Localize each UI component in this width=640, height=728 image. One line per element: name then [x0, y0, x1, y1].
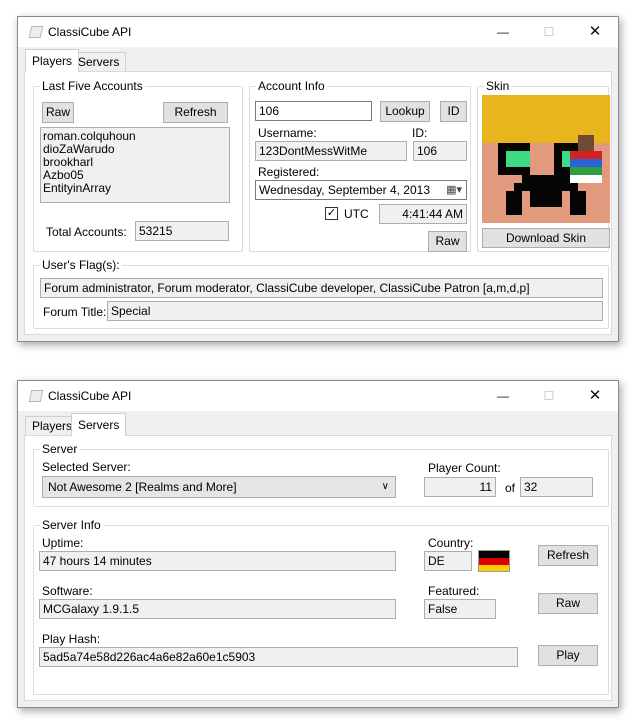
- raw-button[interactable]: Raw: [42, 102, 74, 123]
- servers-window: ClassiCube API — ☐ ✕ Players Servers Ser…: [17, 380, 619, 708]
- list-item[interactable]: EntityinArray: [43, 182, 227, 195]
- account-info-label: Account Info: [256, 79, 327, 93]
- server-info-label: Server Info: [40, 518, 103, 532]
- calendar-dropdown-icon[interactable]: ▦▾: [446, 181, 462, 199]
- title-bar[interactable]: ClassiCube API — ☐ ✕: [18, 17, 618, 47]
- app-icon: [28, 390, 44, 402]
- account-search-input[interactable]: 106: [255, 101, 372, 121]
- maximize-icon[interactable]: ☐: [526, 381, 572, 411]
- minimize-icon[interactable]: —: [480, 17, 526, 47]
- close-icon[interactable]: ✕: [572, 381, 618, 411]
- username-label: Username:: [258, 126, 317, 140]
- registered-date-value: Wednesday, September 4, 2013: [259, 183, 430, 197]
- tab-servers[interactable]: Servers: [71, 413, 127, 436]
- server-raw-button[interactable]: Raw: [538, 593, 598, 614]
- account-info-group: Account Info 106 Lookup ID Username: ID:…: [249, 79, 471, 252]
- id-button[interactable]: ID: [440, 101, 467, 122]
- skin-preview-image: [482, 95, 610, 223]
- user-flags-group: User's Flag(s): Forum administrator, For…: [33, 258, 609, 329]
- skin-group: Skin Download Skin: [477, 79, 610, 252]
- featured-label: Featured:: [428, 584, 480, 598]
- refresh-button[interactable]: Refresh: [163, 102, 228, 123]
- close-icon[interactable]: ✕: [572, 17, 618, 47]
- total-accounts-label: Total Accounts:: [46, 225, 127, 239]
- account-raw-button[interactable]: Raw: [428, 231, 467, 252]
- server-group: Server Selected Server: Not Awesome 2 [R…: [33, 442, 609, 507]
- server-info-group: Server Info Uptime: 47 hours 14 minutes …: [33, 518, 609, 695]
- registered-label: Registered:: [258, 165, 320, 179]
- of-label: of: [505, 481, 516, 495]
- user-flags-label: User's Flag(s):: [40, 258, 122, 272]
- minimize-icon[interactable]: —: [480, 381, 526, 411]
- registered-date-picker[interactable]: Wednesday, September 4, 2013 ▦▾: [255, 180, 467, 200]
- player-count-label: Player Count:: [428, 461, 501, 475]
- play-button[interactable]: Play: [538, 645, 598, 666]
- time-value: 4:41:44 AM: [402, 207, 463, 221]
- software-label: Software:: [42, 584, 93, 598]
- lookup-button[interactable]: Lookup: [380, 101, 430, 122]
- country-label: Country:: [428, 536, 474, 550]
- play-hash-field: 5ad5a74e58d226ac4a6e82a60e1c5903: [39, 647, 518, 667]
- max-players-field: 32: [520, 477, 593, 497]
- title-bar[interactable]: ClassiCube API — ☐ ✕: [18, 381, 618, 411]
- utc-label: UTC: [344, 207, 369, 221]
- window-title: ClassiCube API: [48, 389, 132, 403]
- selected-server-value: Not Awesome 2 [Realms and More]: [48, 480, 237, 494]
- tab-servers[interactable]: Servers: [71, 52, 127, 72]
- forum-title-label: Forum Title:: [43, 305, 107, 319]
- forum-title-field: Special: [107, 301, 603, 321]
- selected-server-label: Selected Server:: [42, 460, 131, 474]
- servers-tab-page: Server Selected Server: Not Awesome 2 [R…: [24, 435, 612, 701]
- window-title: ClassiCube API: [48, 25, 132, 39]
- utc-checkbox[interactable]: ✓: [325, 207, 338, 220]
- id-label: ID:: [412, 126, 428, 140]
- last-five-accounts-label: Last Five Accounts: [40, 79, 145, 93]
- user-flags-field: Forum administrator, Forum moderator, Cl…: [40, 278, 603, 298]
- germany-flag-icon: [478, 550, 510, 572]
- server-group-label: Server: [40, 442, 80, 456]
- play-hash-label: Play Hash:: [42, 632, 101, 646]
- tab-players[interactable]: Players: [25, 49, 80, 72]
- software-field: MCGalaxy 1.9.1.5: [39, 599, 396, 619]
- uptime-label: Uptime:: [42, 536, 84, 550]
- last-five-accounts-group: Last Five Accounts Raw Refresh roman.col…: [33, 79, 243, 252]
- players-tab-page: Last Five Accounts Raw Refresh roman.col…: [24, 71, 612, 335]
- players-window: ClassiCube API — ☐ ✕ Players Servers Las…: [17, 16, 619, 342]
- selected-server-dropdown[interactable]: Not Awesome 2 [Realms and More] ∨: [42, 476, 396, 498]
- id-field: 106: [413, 141, 467, 161]
- maximize-icon[interactable]: ☐: [526, 17, 572, 47]
- accounts-list[interactable]: roman.colquhoun dioZaWarudo brookharl Az…: [40, 127, 230, 203]
- server-refresh-button[interactable]: Refresh: [538, 545, 598, 566]
- player-count-field: 11: [424, 477, 496, 497]
- featured-field: False: [424, 599, 496, 619]
- username-field: 123DontMessWitMe: [255, 141, 407, 161]
- country-field: DE: [424, 551, 472, 571]
- download-skin-button[interactable]: Download Skin: [482, 228, 610, 248]
- app-icon: [28, 26, 44, 38]
- time-field: 4:41:44 AM: [379, 204, 467, 224]
- total-accounts-field: 53215: [135, 221, 229, 241]
- chevron-down-icon: ∨: [381, 481, 389, 492]
- skin-label: Skin: [484, 79, 512, 93]
- uptime-field: 47 hours 14 minutes: [39, 551, 396, 571]
